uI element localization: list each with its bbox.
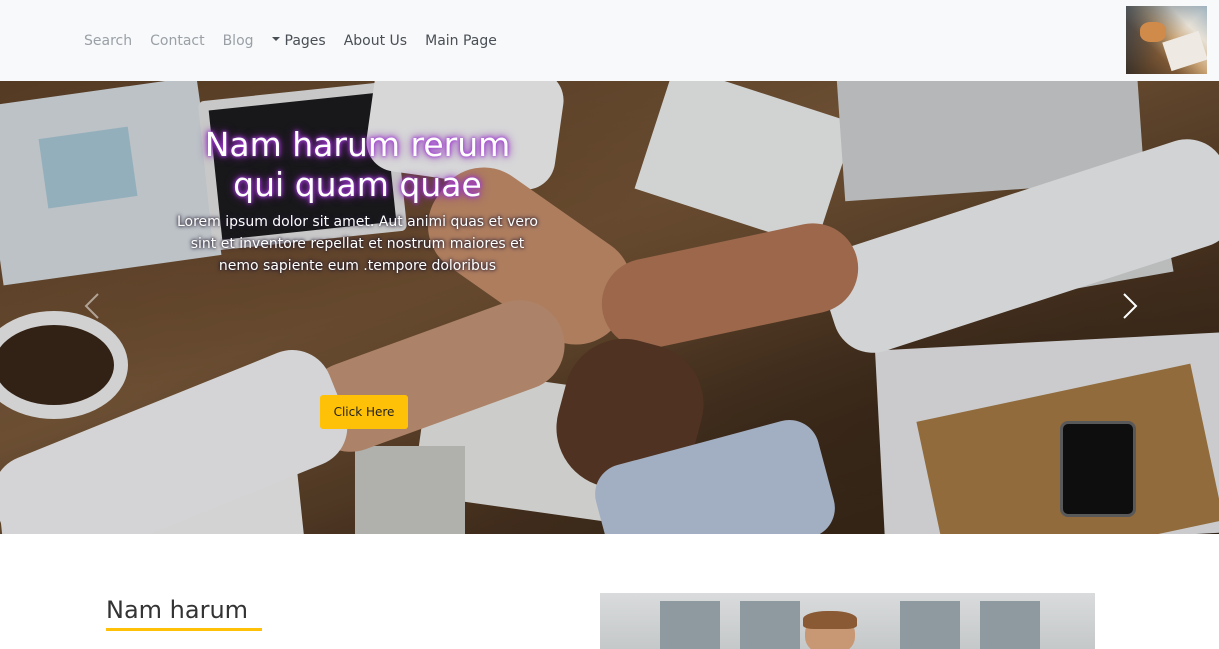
nav-link-contact[interactable]: Contact	[150, 33, 204, 49]
section-title: Nam harum	[106, 596, 249, 624]
carousel-next-button[interactable]	[1110, 286, 1150, 326]
section-title-underline	[106, 628, 262, 631]
nav-link-main-page[interactable]: Main Page	[425, 33, 497, 49]
caret-down-icon	[271, 36, 280, 41]
nav-link-blog[interactable]: Blog	[223, 33, 254, 49]
hero-carousel: Nam harum rerum qui quam quae Lorem ipsu…	[0, 81, 1219, 534]
hero-text: Lorem ipsum dolor sit amet. Aut animi qu…	[176, 214, 538, 274]
navbar-thumbnail-image[interactable]	[1126, 6, 1207, 74]
nav-links: Search Contact Blog Pages About Us Main …	[84, 0, 515, 81]
nav-dropdown-pages-label: Pages	[284, 32, 326, 49]
hero-caption: Nam harum rerum qui quam quae Lorem ipsu…	[175, 125, 540, 277]
chevron-left-icon	[84, 293, 99, 319]
nav-link-search[interactable]: Search	[84, 33, 132, 49]
nav-link-about[interactable]: About Us	[344, 33, 407, 49]
click-here-button[interactable]: Click Here	[320, 395, 408, 429]
content-image	[600, 593, 1095, 649]
chevron-right-icon	[1123, 293, 1138, 319]
navbar: Search Contact Blog Pages About Us Main …	[0, 0, 1219, 81]
nav-dropdown-pages[interactable]: Pages	[271, 32, 326, 49]
carousel-prev-button[interactable]	[72, 286, 112, 326]
hero-title: Nam harum rerum qui quam quae	[204, 125, 511, 204]
